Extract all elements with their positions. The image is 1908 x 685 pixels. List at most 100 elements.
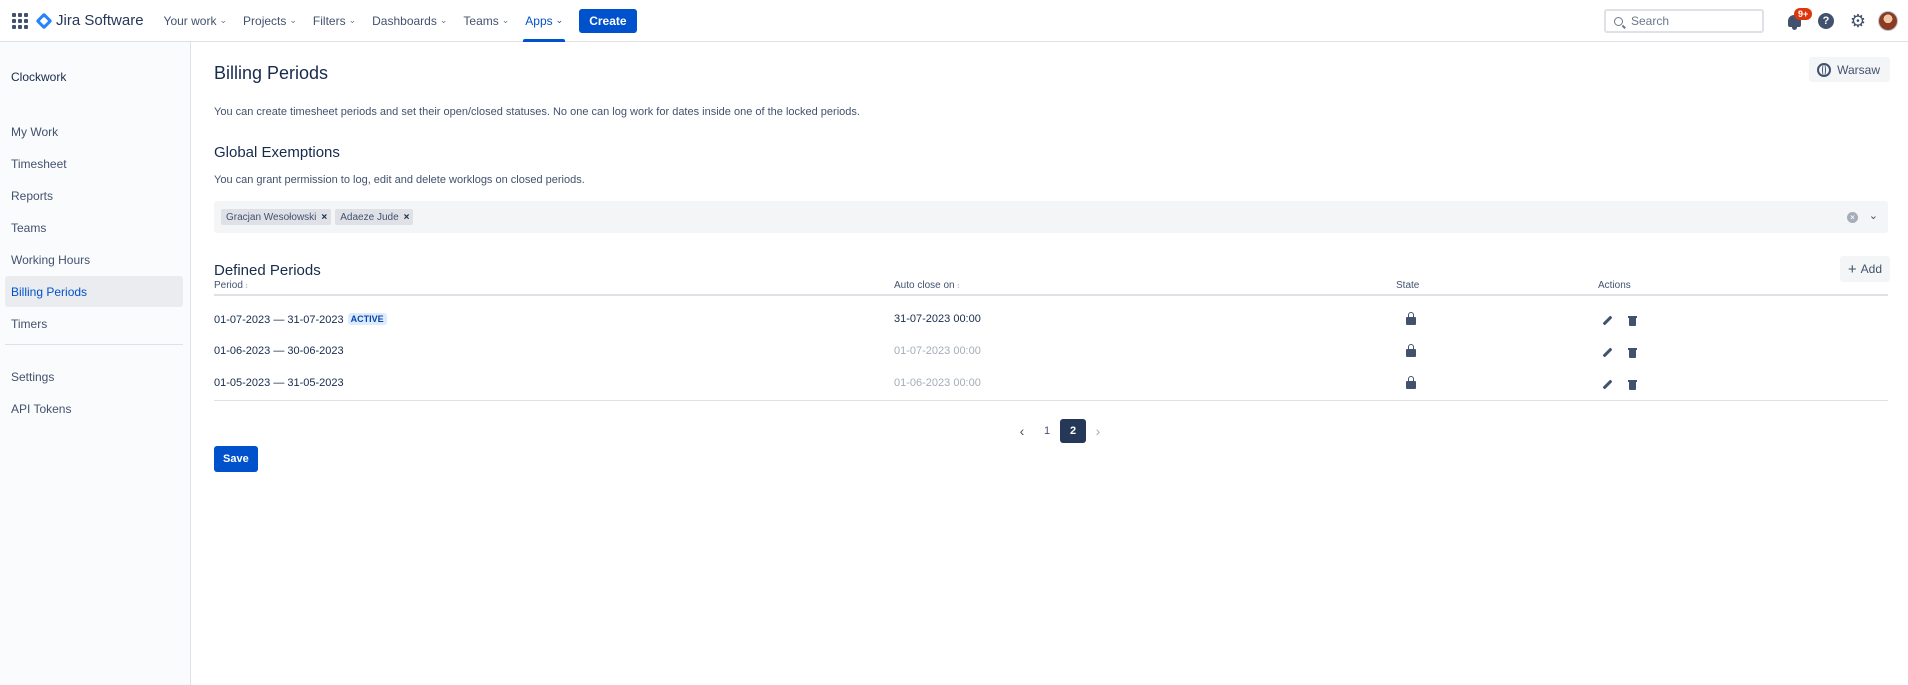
sidebar-item-working-hours[interactable]: Working Hours bbox=[5, 244, 183, 275]
save-button[interactable]: Save bbox=[214, 446, 258, 472]
search-input[interactable]: Search bbox=[1604, 9, 1764, 33]
sidebar-item-teams[interactable]: Teams bbox=[5, 212, 183, 243]
trash-icon[interactable] bbox=[1628, 348, 1637, 358]
exemptions-select[interactable]: Gracjan Wesołowski × Adaeze Jude × × ⌄ bbox=[214, 201, 1888, 233]
period-cell: 01-06-2023 — 30-06-2023 bbox=[214, 345, 344, 357]
column-label: Period bbox=[214, 280, 243, 291]
avatar[interactable] bbox=[1878, 11, 1898, 31]
sidebar-item-settings[interactable]: Settings bbox=[5, 361, 183, 392]
pagination: ‹ 1 2 › bbox=[1010, 419, 1110, 443]
sort-icon: ↕ bbox=[244, 283, 249, 290]
help-icon: ? bbox=[1818, 13, 1834, 29]
close-icon[interactable]: × bbox=[404, 212, 410, 223]
sidebar-title: Clockwork bbox=[11, 70, 67, 84]
sidebar-item-my-work[interactable]: My Work bbox=[5, 116, 183, 147]
chevron-down-icon: ⌄ bbox=[501, 15, 510, 25]
auto-close-cell: 01-06-2023 00:00 bbox=[894, 377, 981, 389]
exemption-tag: Adaeze Jude × bbox=[335, 209, 414, 225]
top-navigation: Jira Software Your work ⌄ Projects ⌄ Filte… bbox=[0, 0, 1908, 42]
nav-label: Projects bbox=[243, 13, 287, 28]
page-description: You can create timesheet periods and set… bbox=[214, 106, 860, 118]
chevron-down-icon: ⌄ bbox=[348, 15, 357, 25]
sidebar-item-timers[interactable]: Timers bbox=[5, 308, 183, 339]
sidebar-divider bbox=[5, 344, 183, 345]
column-auto-close[interactable]: Auto close on ↕ bbox=[894, 280, 960, 291]
table-row: 01-05-2023 — 31-05-2023 01-06-2023 00:00 bbox=[214, 368, 1888, 400]
nav-dashboards[interactable]: Dashboards ⌄ bbox=[364, 0, 455, 42]
sidebar-item-reports[interactable]: Reports bbox=[5, 180, 183, 211]
nav-label: Filters bbox=[312, 13, 346, 28]
search-placeholder: Search bbox=[1631, 14, 1670, 28]
add-label: Add bbox=[1860, 262, 1882, 276]
period-cell: 01-07-2023 — 31-07-2023 ACTIVE bbox=[214, 313, 387, 326]
column-actions: Actions bbox=[1598, 280, 1631, 291]
chevron-down-icon: ⌄ bbox=[555, 15, 564, 25]
period-range: 01-07-2023 — 31-07-2023 bbox=[214, 314, 344, 326]
sidebar-item-billing-periods[interactable]: Billing Periods bbox=[5, 276, 183, 307]
exemptions-description: You can grant permission to log, edit an… bbox=[214, 174, 585, 186]
nav-right-group: Search 9+ ? ⚙ bbox=[1604, 0, 1908, 42]
lock-icon[interactable] bbox=[1406, 312, 1416, 325]
timezone-button[interactable]: Warsaw bbox=[1809, 57, 1890, 82]
table-row: 01-06-2023 — 30-06-2023 01-07-2023 00:00 bbox=[214, 336, 1888, 368]
chevron-down-icon: ⌄ bbox=[289, 15, 297, 25]
column-period[interactable]: Period ↕ bbox=[214, 280, 248, 291]
sidebar: Clockwork My Work Timesheet Reports Team… bbox=[0, 42, 191, 685]
nav-label: Dashboards bbox=[372, 13, 437, 28]
app-switcher-icon[interactable] bbox=[12, 12, 28, 29]
exemptions-title: Global Exemptions bbox=[214, 144, 340, 161]
period-cell: 01-05-2023 — 31-05-2023 bbox=[214, 377, 344, 389]
jira-logo[interactable]: Jira Software bbox=[35, 12, 144, 29]
page-2-button[interactable]: 2 bbox=[1060, 419, 1086, 443]
nav-teams[interactable]: Teams ⌄ bbox=[455, 0, 517, 42]
nav-label: Your work bbox=[163, 13, 217, 28]
lock-icon[interactable] bbox=[1406, 376, 1416, 389]
active-badge: ACTIVE bbox=[347, 313, 387, 325]
pencil-icon[interactable] bbox=[1602, 380, 1612, 390]
pencil-icon[interactable] bbox=[1602, 316, 1612, 326]
column-label: Auto close on bbox=[894, 280, 955, 291]
nav-label: Teams bbox=[463, 13, 499, 28]
plus-icon: + bbox=[1847, 260, 1857, 278]
nav-projects[interactable]: Projects ⌄ bbox=[235, 0, 305, 42]
trash-icon[interactable] bbox=[1628, 380, 1637, 390]
settings-button[interactable]: ⚙ bbox=[1842, 5, 1874, 37]
pencil-icon[interactable] bbox=[1602, 348, 1612, 358]
sidebar-item-api-tokens[interactable]: API Tokens bbox=[5, 393, 183, 424]
nav-label: Apps bbox=[525, 13, 553, 28]
nav-filters[interactable]: Filters ⌄ bbox=[305, 0, 364, 42]
jira-logo-icon bbox=[35, 12, 53, 29]
exemption-tag: Gracjan Wesołowski × bbox=[221, 209, 332, 225]
tag-label: Adaeze Jude bbox=[340, 211, 399, 223]
auto-close-cell: 31-07-2023 00:00 bbox=[894, 313, 981, 325]
page-title: Billing Periods bbox=[214, 63, 329, 83]
chevron-down-icon: ⌄ bbox=[439, 15, 448, 25]
column-state: State bbox=[1396, 280, 1420, 291]
nav-your-work[interactable]: Your work ⌄ bbox=[156, 0, 235, 42]
search-icon bbox=[1614, 16, 1623, 26]
table-divider bbox=[214, 400, 1888, 401]
chevron-right-icon[interactable]: › bbox=[1086, 419, 1110, 443]
page-1-button[interactable]: 1 bbox=[1034, 419, 1060, 443]
create-button[interactable]: Create bbox=[579, 8, 637, 33]
sidebar-item-timesheet[interactable]: Timesheet bbox=[5, 148, 183, 179]
timezone-label: Warsaw bbox=[1837, 62, 1880, 77]
globe-icon bbox=[1817, 62, 1832, 77]
trash-icon[interactable] bbox=[1628, 316, 1637, 326]
auto-close-cell: 01-07-2023 00:00 bbox=[894, 345, 981, 357]
defined-periods-title: Defined Periods bbox=[214, 262, 321, 279]
table-row: 01-07-2023 — 31-07-2023 ACTIVE 31-07-2023… bbox=[214, 304, 1888, 336]
help-button[interactable]: ? bbox=[1810, 5, 1842, 37]
clear-icon[interactable]: × bbox=[1847, 212, 1858, 223]
chevron-down-icon: ⌄ bbox=[219, 15, 228, 25]
sort-icon: ↕ bbox=[956, 283, 961, 290]
notifications-button[interactable]: 9+ bbox=[1778, 5, 1813, 37]
gear-icon: ⚙ bbox=[1849, 11, 1867, 31]
logo-text: Jira Software bbox=[56, 12, 144, 29]
nav-apps[interactable]: Apps ⌄ bbox=[517, 0, 571, 42]
chevron-left-icon[interactable]: ‹ bbox=[1010, 419, 1034, 443]
close-icon[interactable]: × bbox=[321, 212, 327, 223]
main-content: Billing Periods Warsaw You can create ti… bbox=[192, 42, 1908, 685]
chevron-down-icon[interactable]: ⌄ bbox=[1869, 209, 1878, 222]
lock-icon[interactable] bbox=[1406, 344, 1416, 357]
